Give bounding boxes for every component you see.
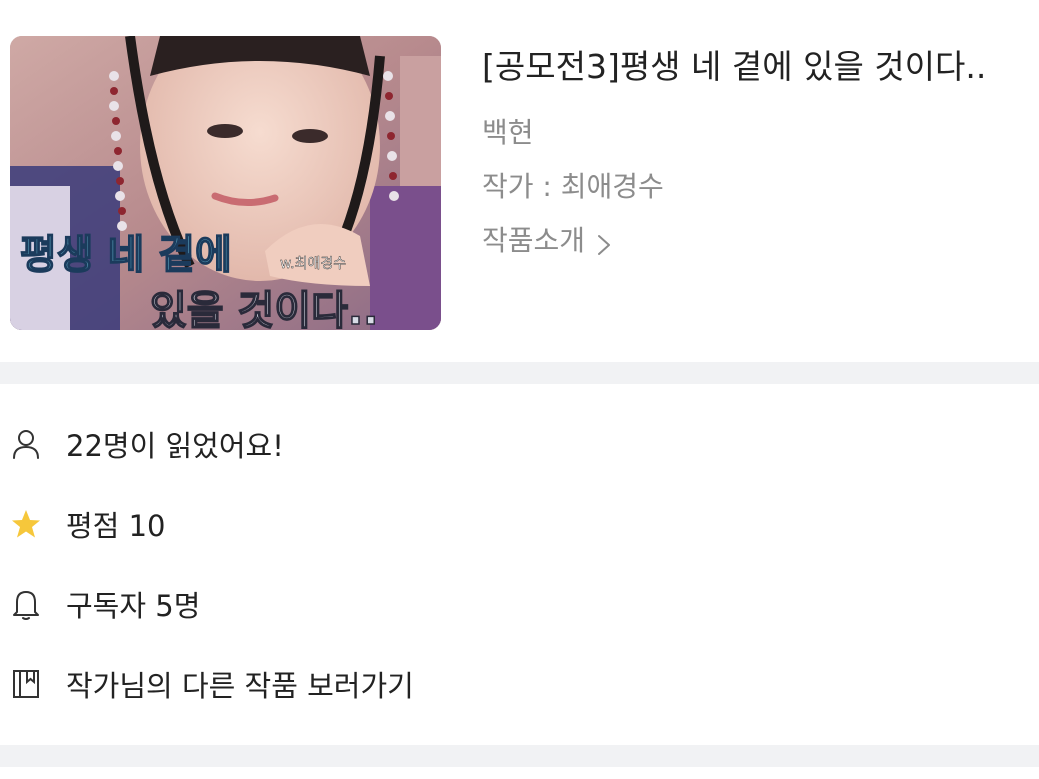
cover-watermark: w.최애경수 — [280, 256, 346, 272]
work-header: 평생 네 곁에 있을 것이다.. w.최애경수 [공모전3]평생 네 곁에 있을… — [0, 0, 1039, 362]
cover-overlay-line1: 평생 네 곁에 — [20, 232, 232, 278]
readers-count: 22명이 읽었어요! — [66, 429, 284, 463]
readers-row: 22명이 읽었어요! — [0, 414, 1039, 474]
rating-value: 평점 10 — [66, 509, 166, 543]
work-title: [공모전3]평생 네 곁에 있을 것이다.. — [482, 47, 987, 86]
person-icon — [10, 428, 42, 460]
section-divider — [0, 362, 1039, 384]
cover-image: 평생 네 곁에 있을 것이다.. w.최애경수 — [10, 36, 441, 330]
other-works-link[interactable]: 작가님의 다른 작품 보러가기 — [66, 663, 414, 705]
other-works-row[interactable]: 작가님의 다른 작품 보러가기 — [0, 654, 1039, 714]
work-meta: [공모전3]평생 네 곁에 있을 것이다.. 백현 작가 : 최애경수 작품소개 — [482, 40, 1022, 258]
bell-icon — [10, 588, 42, 620]
section-divider-bottom — [0, 745, 1039, 767]
subscribers-row: 구독자 5명 — [0, 574, 1039, 634]
work-author[interactable]: 작가 : 최애경수 — [482, 170, 1022, 204]
rating-row: 평점 10 — [0, 494, 1039, 554]
subscribers-count: 구독자 5명 — [66, 589, 201, 623]
work-intro-link[interactable]: 작품소개 — [482, 224, 1022, 258]
work-intro-label: 작품소개 — [482, 224, 586, 257]
book-icon — [10, 668, 42, 700]
chevron-right-icon — [597, 230, 611, 255]
star-icon — [10, 508, 42, 540]
work-tag[interactable]: 백현 — [482, 116, 1022, 150]
cover-overlay-line2: 있을 것이다.. — [150, 288, 378, 330]
